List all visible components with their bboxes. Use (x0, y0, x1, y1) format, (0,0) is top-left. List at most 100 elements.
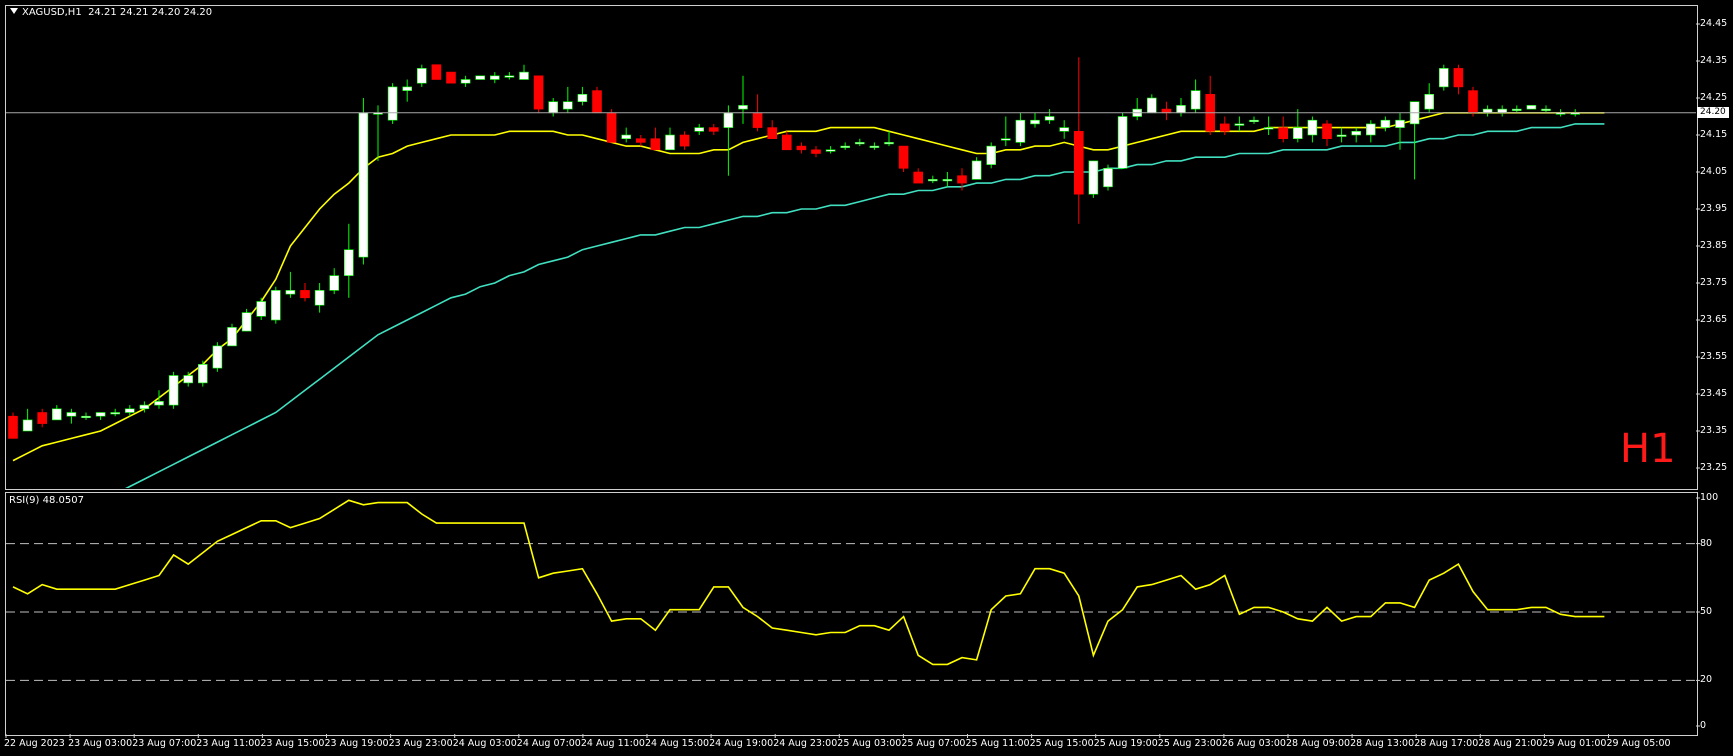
candle[interactable] (270, 286, 281, 324)
candle[interactable] (1103, 164, 1113, 191)
candle[interactable] (1147, 94, 1157, 114)
candle[interactable] (884, 131, 894, 147)
candle[interactable] (1541, 105, 1551, 113)
candle[interactable] (1497, 105, 1507, 117)
candle[interactable] (1088, 160, 1099, 198)
candle[interactable] (110, 408, 120, 417)
candle[interactable] (606, 109, 617, 143)
candle[interactable] (635, 135, 646, 147)
candle[interactable] (592, 86, 602, 114)
candle[interactable] (66, 408, 77, 424)
candle[interactable] (314, 283, 325, 313)
candle[interactable] (986, 142, 997, 169)
candle[interactable] (519, 64, 529, 80)
candle[interactable] (1380, 116, 1391, 132)
candle[interactable] (1512, 105, 1522, 113)
candle[interactable] (22, 408, 33, 432)
candle[interactable] (898, 145, 909, 172)
candle[interactable] (446, 71, 456, 84)
candle[interactable] (1526, 105, 1537, 110)
candle[interactable] (416, 64, 427, 87)
candle[interactable] (373, 105, 383, 161)
candle[interactable] (95, 412, 106, 420)
candle[interactable] (1059, 120, 1069, 139)
candle[interactable] (1220, 116, 1230, 136)
candle[interactable] (1205, 75, 1215, 135)
candle[interactable] (387, 83, 398, 124)
candle[interactable] (840, 142, 851, 150)
candle[interactable] (300, 283, 310, 302)
candle[interactable] (198, 360, 208, 387)
candle[interactable] (913, 168, 924, 184)
candle[interactable] (533, 75, 544, 113)
candle[interactable] (971, 157, 982, 180)
candle[interactable] (708, 123, 719, 135)
candle[interactable] (8, 412, 18, 439)
candle[interactable] (1249, 116, 1259, 124)
candle[interactable] (1000, 116, 1011, 147)
candle[interactable] (1351, 127, 1361, 143)
candle[interactable] (650, 127, 661, 151)
candle[interactable] (1366, 120, 1376, 143)
candle[interactable] (1176, 98, 1186, 117)
candle[interactable] (1263, 116, 1274, 136)
candle[interactable] (1278, 116, 1288, 143)
candle[interactable] (51, 405, 62, 421)
candle[interactable] (1395, 112, 1405, 150)
symbol-header[interactable]: XAGUSD,H1 24.21 24.21 24.20 24.20 (10, 7, 212, 18)
candle[interactable] (1117, 112, 1128, 169)
candle[interactable] (227, 323, 237, 347)
candle[interactable] (1336, 127, 1347, 143)
candle[interactable] (285, 271, 296, 298)
candle[interactable] (460, 75, 471, 87)
candle[interactable] (723, 105, 734, 176)
candle[interactable] (1482, 105, 1493, 117)
candle[interactable] (825, 146, 836, 154)
candle[interactable] (1424, 83, 1434, 113)
candle[interactable] (942, 172, 953, 187)
candle[interactable] (37, 408, 48, 428)
candle[interactable] (343, 223, 354, 298)
candle[interactable] (767, 120, 778, 139)
candle[interactable] (504, 72, 515, 80)
candle[interactable] (329, 268, 340, 295)
candle[interactable] (869, 142, 880, 150)
candle[interactable] (475, 75, 486, 80)
candle[interactable] (738, 75, 748, 124)
candle[interactable] (1468, 86, 1478, 117)
candle[interactable] (577, 86, 588, 106)
candle[interactable] (1322, 120, 1332, 147)
candle[interactable] (1453, 64, 1464, 95)
candle[interactable] (81, 412, 91, 420)
candle[interactable] (621, 127, 632, 143)
candle[interactable] (1015, 112, 1026, 147)
candle[interactable] (811, 146, 821, 158)
candle[interactable] (1293, 109, 1303, 143)
candle[interactable] (1409, 101, 1420, 180)
candle[interactable] (927, 175, 938, 184)
candle[interactable] (854, 138, 865, 147)
dropdown-triangle-icon[interactable] (10, 8, 18, 14)
candle[interactable] (402, 79, 413, 102)
candle[interactable] (679, 131, 690, 150)
candle[interactable] (548, 98, 559, 117)
candle[interactable] (796, 142, 807, 154)
candle[interactable] (1439, 64, 1449, 91)
candle[interactable] (1030, 112, 1040, 128)
candle[interactable] (241, 308, 252, 332)
candle[interactable] (1074, 57, 1084, 224)
candle[interactable] (358, 98, 369, 265)
candle[interactable] (256, 297, 267, 320)
candle[interactable] (1044, 109, 1055, 124)
candle[interactable] (694, 123, 705, 135)
candle[interactable] (1190, 79, 1201, 113)
candle[interactable] (1161, 101, 1172, 121)
candle[interactable] (1307, 116, 1318, 143)
candle[interactable] (431, 64, 442, 80)
candle[interactable] (212, 342, 223, 372)
candle[interactable] (1132, 98, 1142, 121)
candle[interactable] (168, 371, 179, 409)
candle[interactable] (1234, 116, 1245, 132)
candle[interactable] (562, 86, 573, 113)
candle[interactable] (489, 72, 500, 84)
